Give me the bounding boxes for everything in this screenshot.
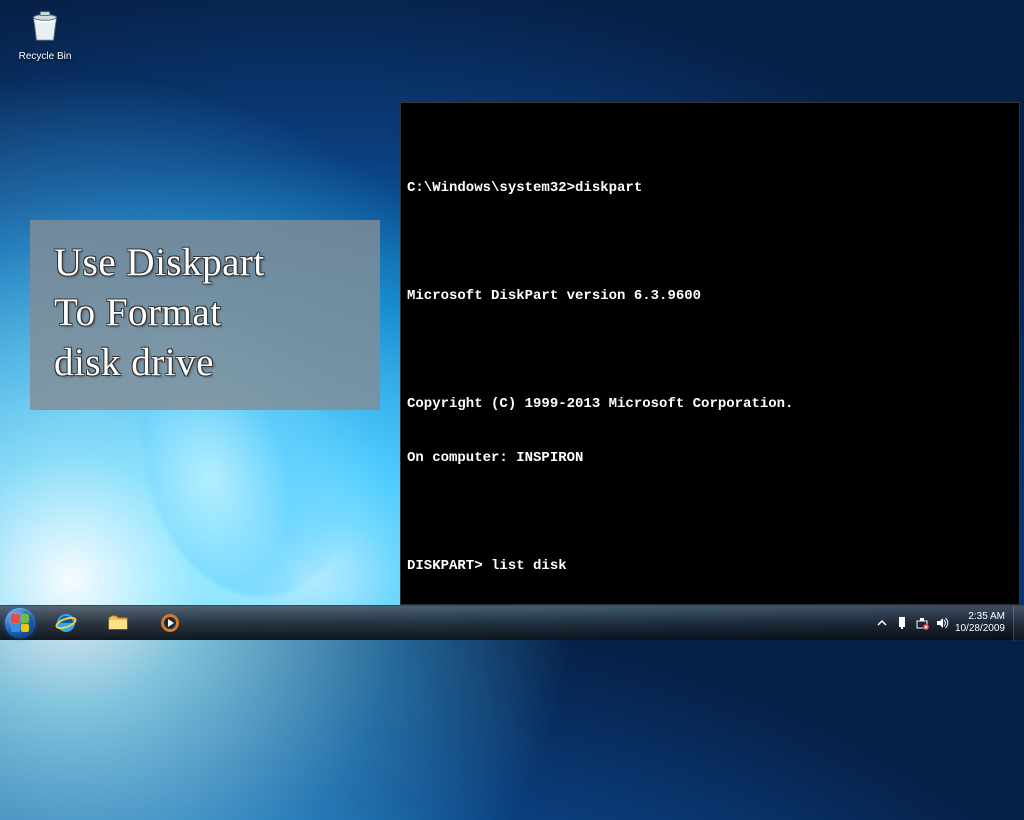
cmd-line: DISKPART> list disk xyxy=(407,557,1013,575)
folder-icon xyxy=(106,611,130,635)
caption-line-3: disk drive xyxy=(54,338,356,388)
start-button[interactable] xyxy=(0,606,40,641)
caption-overlay: Use Diskpart To Format disk drive xyxy=(30,220,380,410)
cmd-line: On computer: INSPIRON xyxy=(407,449,1013,467)
cmd-line xyxy=(407,233,1013,251)
volume-icon[interactable] xyxy=(935,616,949,630)
caption-line-1: Use Diskpart xyxy=(54,238,356,288)
command-prompt-window[interactable]: C:\Windows\system32>diskpart Microsoft D… xyxy=(400,102,1020,605)
taskbar-explorer-button[interactable] xyxy=(93,608,143,639)
caption-line-2: To Format xyxy=(54,288,356,338)
cmd-line xyxy=(407,503,1013,521)
network-icon[interactable] xyxy=(915,616,929,630)
taskbar-mediaplayer-button[interactable] xyxy=(145,608,195,639)
recycle-bin-label: Recycle Bin xyxy=(10,51,80,62)
media-player-icon xyxy=(158,611,182,635)
cmd-line: Microsoft DiskPart version 6.3.9600 xyxy=(407,287,1013,305)
cmd-line: C:\Windows\system32>diskpart xyxy=(407,179,1013,197)
clock-date: 10/28/2009 xyxy=(955,623,1005,635)
taskbar: 2:35 AM 10/28/2009 xyxy=(0,605,1024,640)
command-prompt-body[interactable]: C:\Windows\system32>diskpart Microsoft D… xyxy=(401,139,1019,605)
show-desktop-button[interactable] xyxy=(1013,606,1024,641)
cmd-line xyxy=(407,341,1013,359)
clock-time: 2:35 AM xyxy=(955,611,1005,623)
windows-logo-icon xyxy=(5,608,35,638)
action-center-icon[interactable] xyxy=(895,616,909,630)
tray-expand-icon[interactable] xyxy=(875,616,889,630)
recycle-bin-icon[interactable]: Recycle Bin xyxy=(10,6,80,62)
cmd-line: Copyright (C) 1999-2013 Microsoft Corpor… xyxy=(407,395,1013,413)
taskbar-ie-button[interactable] xyxy=(41,608,91,639)
taskbar-clock[interactable]: 2:35 AM 10/28/2009 xyxy=(955,611,1005,635)
system-tray: 2:35 AM 10/28/2009 xyxy=(875,611,1013,635)
internet-explorer-icon xyxy=(54,611,78,635)
trash-icon xyxy=(26,6,64,44)
